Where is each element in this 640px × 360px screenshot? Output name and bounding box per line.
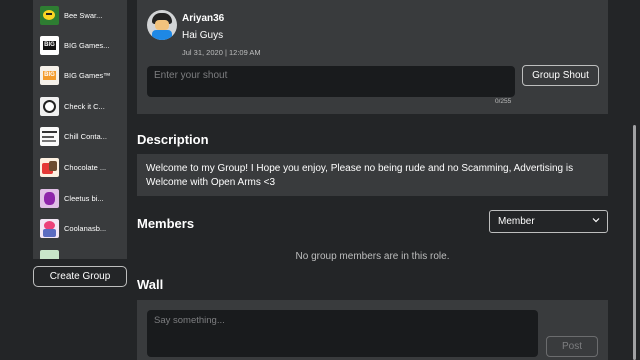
group-name: BIG Games... <box>64 41 110 50</box>
group-shout-card: Ariyan36 Hai Guys Jul 31, 2020 | 12:09 A… <box>137 0 608 114</box>
group-list-item[interactable]: Coolanasb... <box>33 213 127 244</box>
group-name: Check it C... <box>64 102 105 111</box>
group-thumbnail-cleetus <box>40 189 59 208</box>
group-thumbnail-chocolate <box>40 158 59 177</box>
create-group-button[interactable]: Create Group <box>33 266 127 287</box>
group-list-item[interactable]: Chocolate ... <box>33 152 127 183</box>
group-list-item[interactable]: BIG BIG Games™ <box>33 60 127 91</box>
group-name: Chill Conta... <box>64 132 107 141</box>
wall-heading: Wall <box>137 277 164 292</box>
group-list-item[interactable] <box>33 244 127 259</box>
group-list-item[interactable]: Cleetus bi... <box>33 183 127 214</box>
page-scrollbar[interactable] <box>633 125 636 360</box>
wall-card: Say something... <box>137 300 608 360</box>
group-name: Cleetus bi... <box>64 194 104 203</box>
group-thumbnail-chill <box>40 127 59 146</box>
shout-input[interactable]: Enter your shout <box>147 66 515 97</box>
members-empty-message: No group members are in this role. <box>295 251 450 262</box>
group-thumbnail-check <box>40 97 59 116</box>
group-thumbnail-partial <box>40 250 59 259</box>
group-list-item[interactable]: BIG BIG Games... <box>33 30 127 61</box>
members-heading: Members <box>137 216 195 231</box>
group-thumbnail-big-orange: BIG <box>40 66 59 85</box>
description-text: Welcome to my Group! I Hope you enjoy, P… <box>137 154 608 196</box>
group-thumbnail-coolanasb <box>40 219 59 238</box>
group-list-item[interactable]: Chill Conta... <box>33 121 127 152</box>
description-heading: Description <box>137 132 209 147</box>
group-main-content: Ariyan36 Hai Guys Jul 31, 2020 | 12:09 A… <box>137 0 608 360</box>
shout-timestamp: Jul 31, 2020 | 12:09 AM <box>182 48 261 57</box>
shout-message: Hai Guys <box>182 30 224 41</box>
shout-char-count: 0/255 <box>495 98 512 105</box>
group-name: BIG Games™ <box>64 71 111 80</box>
wall-post-button[interactable]: Post <box>546 336 598 357</box>
shout-username[interactable]: Ariyan36 <box>182 13 224 24</box>
group-list-item[interactable]: Bee Swar... <box>33 0 127 31</box>
role-select[interactable]: Member <box>489 210 608 233</box>
chevron-down-icon <box>591 215 601 225</box>
group-list: Bee Swar... BIG BIG Games... BIG BIG Gam… <box>33 0 127 259</box>
group-name: Chocolate ... <box>64 163 107 172</box>
group-name: Coolanasb... <box>64 224 107 233</box>
group-thumbnail-big: BIG <box>40 36 59 55</box>
wall-post-input[interactable]: Say something... <box>147 310 538 357</box>
group-shout-button[interactable]: Group Shout <box>522 65 599 86</box>
role-select-value: Member <box>498 216 535 227</box>
group-thumbnail-bee <box>40 6 59 25</box>
avatar[interactable] <box>147 10 177 40</box>
group-list-item[interactable]: Check it C... <box>33 91 127 122</box>
group-name: Bee Swar... <box>64 11 103 20</box>
